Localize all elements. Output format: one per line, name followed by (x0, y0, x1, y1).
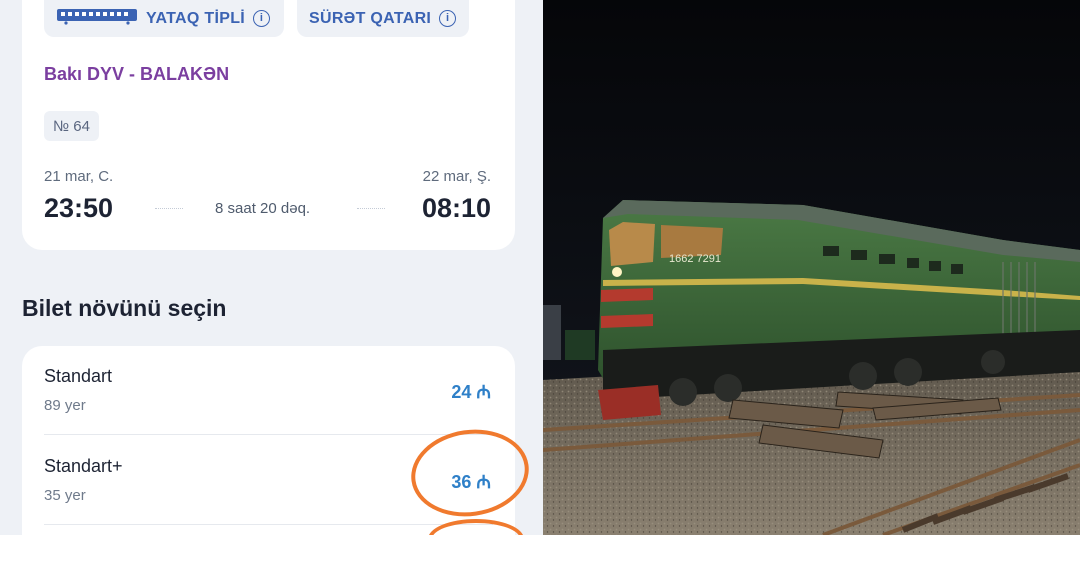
duration-divider-right (357, 208, 385, 209)
express-type-chip[interactable]: SÜRƏT QATARI i (297, 0, 469, 37)
departure-date: 21 mar, C. (44, 168, 114, 185)
ticket-option-seats: 35 yer (44, 487, 86, 504)
departure-time: 23:50 (44, 193, 114, 223)
row-divider (44, 524, 493, 525)
ticket-option-name[interactable]: Standart+ (44, 456, 123, 477)
info-icon[interactable]: i (253, 10, 271, 27)
info-icon[interactable]: i (439, 10, 457, 27)
arrival-time: 08:10 (421, 193, 491, 223)
derailed-locomotive-photo: 1662 7291 (543, 0, 1080, 535)
ticket-option-seats: 89 yer (44, 397, 86, 414)
sleeper-type-chip[interactable]: YATAQ TİPLİ i (44, 0, 284, 37)
duration-divider-left (155, 208, 183, 209)
train-booking-screen: YATAQ TİPLİ i SÜRƏT QATARI i Bakı DYV - … (0, 0, 543, 535)
arrival-date: 22 mar, Ş. (422, 168, 491, 185)
express-chip-label: SÜRƏT QATARI (309, 9, 432, 27)
ticket-option-price[interactable]: 24 ₼ (451, 380, 491, 404)
train-number-badge: № 64 (44, 111, 99, 141)
route-title: Bakı DYV - BALAKƏN (44, 64, 230, 84)
row-divider (44, 434, 493, 435)
train-icon (56, 7, 138, 30)
sleeper-chip-label: YATAQ TİPLİ (146, 9, 246, 27)
ticket-type-heading: Bilet növünü seçin (22, 295, 227, 321)
ticket-option-name[interactable]: Standart (44, 366, 112, 387)
locomotive-number: 1662 7291 (669, 253, 721, 265)
trip-duration: 8 saat 20 dəq. (215, 200, 311, 217)
